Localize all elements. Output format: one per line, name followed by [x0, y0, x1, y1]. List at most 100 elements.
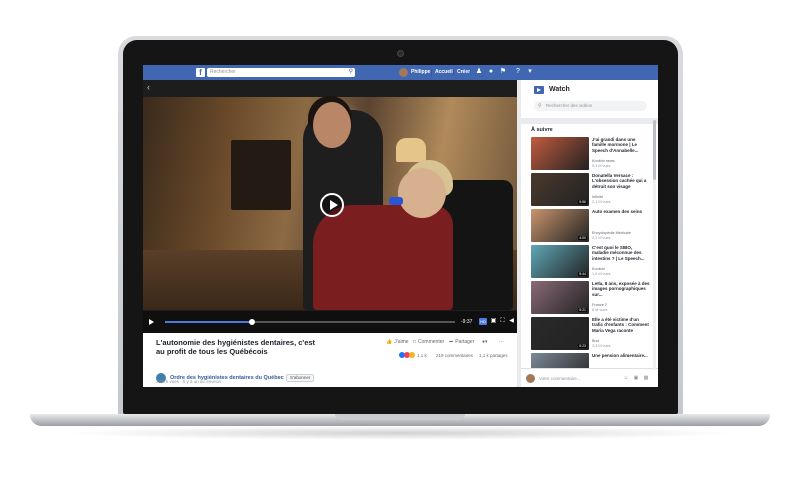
search-placeholder: Rechercher	[210, 69, 236, 75]
profile-avatar[interactable]	[399, 68, 408, 77]
up-next-title[interactable]: Donatella Versace : L'obsession cachée q…	[592, 173, 650, 189]
up-next-title[interactable]: Elle a été victime d'un trafic d'enfants…	[592, 317, 650, 333]
up-next-item[interactable]: 5:23 Elle a été victime d'un trafic d'enf…	[531, 317, 649, 353]
emoji-icon[interactable]: ☺	[623, 375, 629, 381]
up-next-title[interactable]: J'ai grandi dans une famille mormone | L…	[592, 137, 650, 153]
progress-fill	[165, 321, 252, 323]
comment-icon: □	[413, 339, 417, 345]
top-navigation-bar: f Rechercher ⚲ Philippe Accueil Créer ♟ …	[143, 65, 658, 80]
gif-icon[interactable]: ▩	[643, 375, 649, 381]
video-frame-hygienist-face	[313, 102, 351, 148]
up-next-views: 5,3 M vues	[592, 164, 611, 168]
like-icon: 👍	[386, 339, 393, 345]
notifications-icon[interactable]: ⚑	[499, 68, 507, 76]
video-duration: 4:00	[578, 236, 587, 240]
picture-in-picture-icon[interactable]: ▣	[490, 318, 497, 325]
video-player[interactable]: ‹ -9:37 HD ▣ ⛶ ◀	[143, 80, 517, 333]
more-options-icon[interactable]: ···	[499, 339, 504, 345]
shares-count[interactable]: 1,1 k partages	[479, 353, 508, 358]
video-thumbnail[interactable]: 5:23	[531, 317, 589, 350]
up-next-item[interactable]: 5:44 C'est quoi le SIBO, maladie méconnue…	[531, 245, 649, 281]
progress-handle[interactable]	[249, 319, 255, 325]
up-next-views: 3,3 M vues	[592, 344, 611, 348]
video-search-placeholder: Rechercher des vidéos	[546, 103, 593, 108]
fullscreen-icon[interactable]: ⛶	[499, 318, 506, 325]
up-next-source[interactable]: France 2	[592, 303, 607, 307]
subscribe-button[interactable]: S'abonner	[286, 374, 315, 382]
up-next-item[interactable]: J'ai grandi dans une famille mormone | L…	[531, 137, 649, 173]
up-next-item[interactable]: 5:56 Donatella Versace : L'obsession cach…	[531, 173, 649, 209]
search-icon[interactable]: ⚲	[349, 69, 353, 76]
volume-icon[interactable]: ◀	[508, 318, 515, 325]
settings-icon[interactable]: HD	[479, 318, 487, 325]
subscribe-label: S'abonner	[290, 375, 311, 380]
up-next-views: 2,1 M vues	[592, 236, 611, 240]
watch-title[interactable]: Watch	[549, 86, 570, 93]
video-meta: 22,8 k vues · Il y a un an environ ·	[156, 379, 224, 384]
video-thumbnail[interactable]: 5:21	[531, 281, 589, 314]
video-search-input[interactable]: ⚲ Rechercher des vidéos	[534, 101, 647, 111]
comment-button[interactable]: □ Commenter	[413, 339, 444, 345]
search-icon: ⚲	[538, 103, 542, 109]
up-next-item[interactable]: 5:21 Leïla, 8 ans, exposée à des images p…	[531, 281, 650, 317]
video-thumbnail[interactable]: 5:56	[531, 173, 589, 206]
screen: f Rechercher ⚲ Philippe Accueil Créer ♟ …	[143, 65, 658, 387]
play-pause-icon[interactable]	[149, 319, 154, 325]
up-next-source[interactable]: Konbini news	[592, 159, 615, 163]
player-controls: -9:37 HD ▣ ⛶ ◀	[143, 311, 517, 333]
up-next-source[interactable]: Infinite	[592, 195, 603, 199]
up-next-title[interactable]: Une pension alimentaire...	[592, 353, 650, 358]
video-thumbnail[interactable]: 4:00	[531, 209, 589, 242]
up-next-title[interactable]: Leïla, 8 ans, exposée à des images porno…	[592, 281, 650, 297]
profile-link[interactable]: Philippe	[411, 69, 430, 75]
home-link[interactable]: Accueil	[435, 69, 453, 75]
like-button[interactable]: 👍 J'aime	[386, 339, 409, 345]
nav-divider	[431, 69, 432, 76]
back-arrow-icon[interactable]: ‹	[147, 83, 150, 92]
up-next-source[interactable]: Brut	[592, 339, 599, 343]
play-button[interactable]	[320, 193, 344, 217]
up-next-source[interactable]: Encyclopédie Médicale	[592, 231, 631, 235]
dropdown-icon[interactable]: ▾	[526, 68, 534, 76]
reaction-picker-icon[interactable]: ●▾	[482, 339, 488, 345]
video-frame-patient	[313, 205, 453, 310]
comment-composer: Votre commentaire... ☺ ▣ ▩	[521, 368, 658, 387]
up-next-source[interactable]: Konbini	[592, 267, 605, 271]
laptop-shadow	[60, 426, 740, 440]
up-next-title[interactable]: C'est quoi le SIBO, maladie méconnue des…	[592, 245, 650, 261]
video-thumbnail[interactable]: 5:44	[531, 245, 589, 278]
video-thumbnail[interactable]	[531, 137, 589, 170]
share-icon: ➦	[449, 339, 454, 345]
search-input[interactable]: Rechercher ⚲	[207, 68, 355, 77]
camera-icon[interactable]: ▣	[633, 375, 639, 381]
sidebar-scrollbar[interactable]	[653, 120, 656, 370]
comments-count[interactable]: 219 commentaires	[436, 353, 473, 358]
comment-input[interactable]: Votre commentaire...	[539, 376, 581, 381]
comment-label: Commenter	[418, 339, 445, 345]
help-icon[interactable]: ?	[514, 68, 522, 76]
messenger-icon[interactable]: ●	[487, 68, 495, 76]
up-next-item[interactable]: 4:00 Auto examen des seins Encyclopédie Mé…	[531, 209, 649, 245]
up-next-title[interactable]: Auto examen des seins	[592, 209, 650, 214]
create-link[interactable]: Créer	[457, 69, 470, 75]
up-next-heading: À suivre	[531, 127, 553, 133]
up-next-views: 1,9 M vues	[592, 272, 611, 276]
video-frame-glove	[389, 197, 403, 205]
video-frame-piano	[231, 140, 291, 210]
friends-icon[interactable]: ♟	[475, 68, 483, 76]
play-icon	[330, 200, 338, 210]
watch-sidebar: Watch ⚲ Rechercher des vidéos À suivre J…	[521, 80, 658, 387]
video-duration: 5:21	[578, 308, 587, 312]
reactions-count[interactable]: 1,1 k	[417, 353, 427, 358]
progress-bar[interactable]	[165, 319, 455, 325]
video-panel: ‹ -9:37 HD ▣ ⛶ ◀ L'autonomie des hygiéni…	[143, 80, 517, 387]
facebook-logo[interactable]: f	[196, 68, 205, 77]
up-next-views: 2,1 M vues	[592, 200, 611, 204]
webcam	[397, 50, 404, 57]
video-duration: 5:56	[578, 200, 587, 204]
share-label: Partager	[455, 339, 475, 345]
share-button[interactable]: ➦ Partager	[449, 339, 474, 345]
sidebar-scrollbar-thumb[interactable]	[653, 120, 656, 180]
video-duration: 5:23	[578, 344, 587, 348]
wow-reaction-icon	[409, 352, 415, 358]
